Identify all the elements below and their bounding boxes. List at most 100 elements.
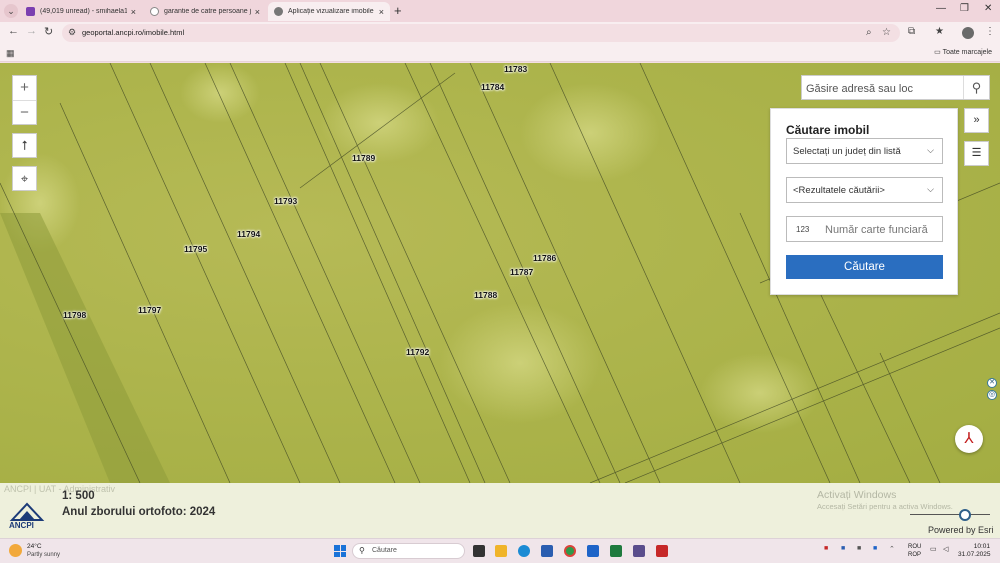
parcel-label: 11792: [406, 347, 430, 357]
collapse-panel-button[interactable]: »: [964, 108, 989, 133]
activate-windows-subtitle: Accesați Setări pentru a activa Windows.: [817, 502, 953, 511]
tab-geoportal[interactable]: Aplicație vizualizare imobile ×: [268, 2, 390, 21]
forward-icon[interactable]: →: [26, 25, 37, 37]
keyboard-layout: ROP: [908, 552, 922, 558]
activate-windows-title: Activați Windows: [817, 489, 897, 501]
ortho-year: Anul zborului ortofoto: 2024: [62, 506, 216, 518]
close-icon[interactable]: ×: [379, 7, 384, 17]
tray-app-icon[interactable]: ■: [824, 545, 828, 552]
network-icon[interactable]: ▭: [930, 545, 937, 553]
tab-title: garantie de catre persoane juri: [164, 8, 251, 15]
close-icon[interactable]: ×: [131, 7, 136, 17]
file-explorer-icon[interactable]: [495, 545, 507, 557]
back-icon[interactable]: ←: [8, 25, 19, 37]
tray-meet-icon[interactable]: ■: [841, 545, 845, 552]
address-search-input[interactable]: [806, 81, 961, 97]
close-icon[interactable]: ×: [255, 7, 260, 17]
all-bookmarks-link[interactable]: ▭ Toate marcajele: [934, 48, 992, 56]
uat-layer-label: ANCPI | UAT - Administrativ: [4, 484, 116, 494]
parcel-label: 11797: [138, 305, 162, 315]
weather-description[interactable]: Partly sunny: [27, 552, 60, 558]
site-info-icon[interactable]: ⚙: [68, 27, 76, 38]
parcel-label: 11787: [510, 267, 534, 277]
language-indicator[interactable]: ROU ROP: [908, 543, 921, 559]
search-icon: ⚲: [971, 80, 982, 95]
crosshair-icon: ⌖: [20, 171, 29, 186]
volume-icon[interactable]: ◁: [943, 545, 948, 553]
globe-icon: [274, 7, 283, 16]
zoom-icon[interactable]: ⌕: [866, 27, 872, 38]
app-icon[interactable]: [633, 545, 645, 557]
clock-time: 10:01: [973, 543, 990, 550]
chevron-down-icon: ⌵: [927, 145, 934, 155]
parcel-label: 11783: [504, 64, 528, 74]
pdf-export-button[interactable]: ⅄: [955, 425, 983, 453]
parcel-label: 11786: [533, 253, 557, 263]
url-text[interactable]: geoportal.ancpi.ro/imobile.html: [82, 28, 184, 37]
clock-date: 31.07.2025: [958, 551, 991, 558]
store-icon[interactable]: [541, 545, 553, 557]
pdf-icon: ⅄: [964, 430, 974, 447]
map-scale: 1: 500: [62, 490, 95, 502]
language-code: ROU: [908, 544, 922, 550]
property-search-panel: Căutare imobil Selectați un județ din li…: [770, 108, 958, 295]
windows-start-icon[interactable]: [334, 545, 346, 557]
ancpi-logo-icon: [9, 502, 45, 521]
tab-title: Aplicație vizualizare imobile: [288, 8, 374, 15]
list-icon: ☰: [971, 147, 982, 159]
double-chevron-right-icon: »: [973, 114, 980, 126]
address-search: ⚲: [801, 75, 990, 100]
weather-icon[interactable]: [9, 544, 22, 557]
google-icon: [150, 7, 159, 16]
county-select-value: Selectați un județ din listă: [793, 146, 901, 157]
address-bar[interactable]: ⚙ geoportal.ancpi.ro/imobile.html ⌕ ☆: [62, 24, 900, 42]
task-view-icon[interactable]: [473, 545, 485, 557]
reload-icon[interactable]: ↻: [44, 25, 53, 38]
zoom-control: + −: [12, 75, 37, 125]
excel-icon[interactable]: [610, 545, 622, 557]
compass-button[interactable]: ⭡: [12, 133, 37, 158]
tab-gmail[interactable]: (49,019 unread) - smihaela19@ ×: [20, 2, 142, 21]
menu-icon[interactable]: ⋮: [985, 26, 995, 37]
minimize-icon[interactable]: —: [936, 3, 946, 14]
close-mini-icon[interactable]: ✕: [987, 378, 997, 388]
outlook-icon[interactable]: [587, 545, 599, 557]
land-book-number-input[interactable]: [825, 222, 939, 237]
search-submit-button[interactable]: Căutare: [786, 255, 943, 279]
close-window-icon[interactable]: ✕: [984, 3, 992, 14]
apps-grid-icon[interactable]: ▦: [6, 48, 15, 59]
extensions-icon[interactable]: ⧉: [908, 26, 915, 37]
maximize-icon[interactable]: ❐: [960, 3, 969, 14]
layer-list-button[interactable]: ☰: [964, 141, 989, 166]
favorites-icon[interactable]: ★: [935, 26, 944, 37]
profile-avatar[interactable]: [962, 27, 974, 39]
opacity-slider-track[interactable]: [910, 514, 990, 515]
results-select[interactable]: <Rezultatele căutării> ⌵: [786, 177, 943, 203]
search-button[interactable]: ⚲: [963, 76, 989, 99]
taskbar-search[interactable]: ⚲ Căutare: [352, 543, 465, 559]
opacity-slider-handle[interactable]: [959, 509, 971, 521]
parcel-label: 11793: [274, 196, 298, 206]
chevron-up-icon[interactable]: ⌃: [889, 545, 895, 553]
results-select-value: <Rezultatele căutării>: [793, 185, 885, 196]
parcel-label: 11798: [63, 310, 87, 320]
locate-button[interactable]: ⌖: [12, 166, 37, 191]
tab-search-icon[interactable]: ⌄: [4, 4, 18, 18]
bookmark-star-icon[interactable]: ☆: [882, 27, 891, 38]
tab-google-search[interactable]: garantie de catre persoane juri ×: [144, 2, 266, 21]
parcel-label: 11789: [352, 153, 376, 163]
edge-icon[interactable]: [518, 545, 530, 557]
acrobat-icon[interactable]: [656, 545, 668, 557]
new-tab-button[interactable]: +: [394, 3, 402, 18]
temperature[interactable]: 24°C: [27, 543, 42, 550]
tray-outlook-icon[interactable]: ■: [873, 545, 877, 552]
clock[interactable]: 10:01 31.07.2025: [958, 543, 991, 559]
chrome-icon[interactable]: [564, 545, 576, 557]
zoom-out-button[interactable]: −: [13, 101, 36, 126]
county-select[interactable]: Selectați un județ din listă ⌵: [786, 138, 943, 164]
windows-taskbar: 24°C Partly sunny ⚲ Căutare ■ ■ ■ ■ ⌃ RO…: [0, 538, 1000, 563]
bookmarks-bar: ▦ ▭ Toate marcajele: [0, 44, 1000, 62]
overview-toggle-icon[interactable]: ◎: [987, 390, 997, 400]
zoom-in-button[interactable]: +: [13, 76, 36, 101]
tray-icon[interactable]: ■: [857, 545, 861, 552]
